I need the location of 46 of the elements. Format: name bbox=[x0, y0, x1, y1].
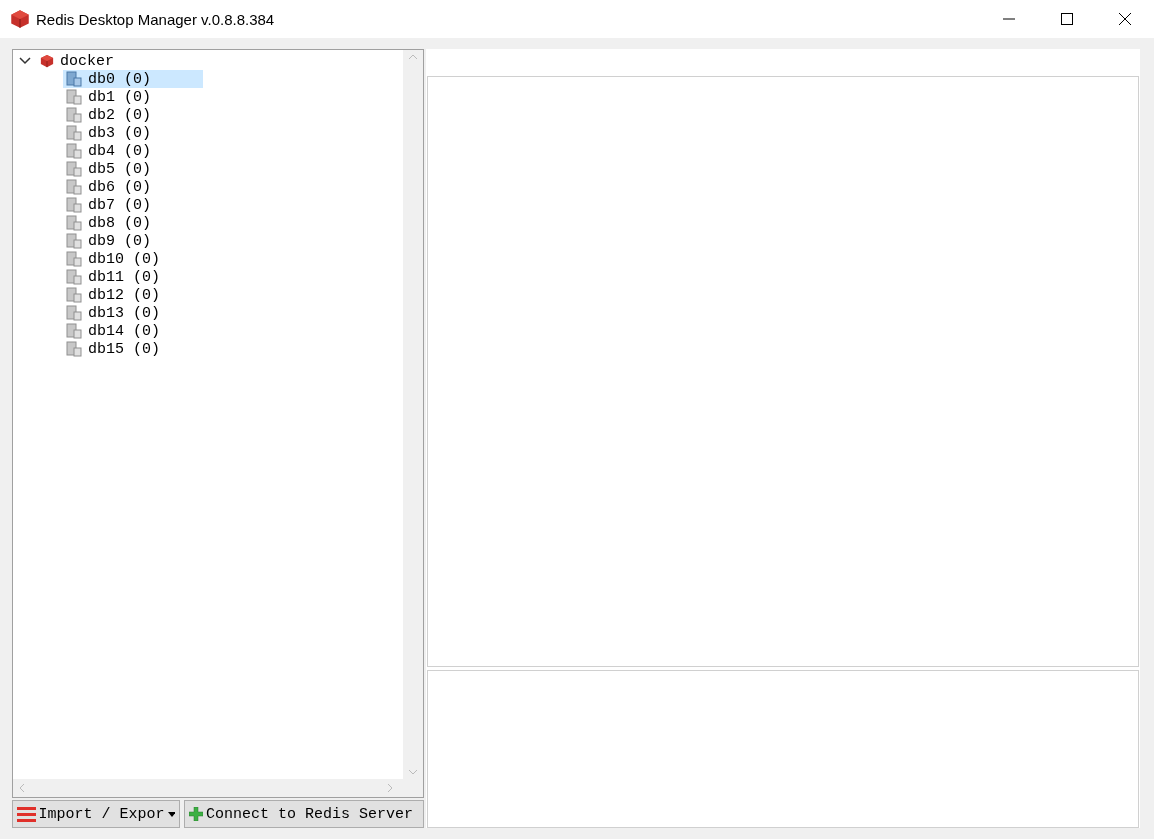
database-icon bbox=[66, 89, 82, 105]
tree-item[interactable]: db14 (0) bbox=[63, 322, 203, 340]
caret-icon bbox=[167, 811, 175, 817]
tree-item[interactable]: db6 (0) bbox=[63, 178, 203, 196]
scroll-right-icon[interactable] bbox=[387, 783, 393, 793]
tree-item[interactable]: db10 (0) bbox=[63, 250, 203, 268]
tree-item[interactable]: db9 (0) bbox=[63, 232, 203, 250]
tree-item[interactable]: db3 (0) bbox=[63, 124, 203, 142]
database-icon bbox=[66, 323, 82, 339]
tree-item[interactable]: db0 (0) bbox=[63, 70, 203, 88]
database-icon bbox=[66, 71, 82, 87]
tree-item[interactable]: db4 (0) bbox=[63, 142, 203, 160]
database-icon bbox=[66, 215, 82, 231]
tree-item[interactable]: db12 (0) bbox=[63, 286, 203, 304]
chevron-icon[interactable] bbox=[19, 55, 31, 67]
database-icon bbox=[66, 197, 82, 213]
plus-icon bbox=[189, 807, 203, 821]
cube-logo-icon bbox=[10, 9, 30, 29]
scroll-up-icon[interactable] bbox=[408, 54, 418, 60]
window-title: Redis Desktop Manager v.0.8.8.384 bbox=[36, 10, 276, 28]
database-icon bbox=[66, 233, 82, 249]
database-icon bbox=[66, 341, 82, 357]
database-icon bbox=[66, 161, 82, 177]
tree-item[interactable]: db5 (0) bbox=[63, 160, 203, 178]
tree-item[interactable]: db2 (0) bbox=[63, 106, 203, 124]
database-icon bbox=[66, 143, 82, 159]
tree-item[interactable]: docker bbox=[60, 52, 114, 70]
tree-item[interactable]: db1 (0) bbox=[63, 88, 203, 106]
database-icon bbox=[66, 251, 82, 267]
database-icon bbox=[66, 179, 82, 195]
menu-icon bbox=[17, 806, 36, 822]
database-icon bbox=[66, 107, 82, 123]
database-icon bbox=[66, 125, 82, 141]
database-icon bbox=[66, 269, 82, 285]
connect-button[interactable]: Connect to Redis Server bbox=[184, 800, 424, 828]
tree-item[interactable]: db7 (0) bbox=[63, 196, 203, 214]
import-export-button[interactable]: Import / Expor bbox=[12, 800, 180, 828]
tree-item[interactable]: db15 (0) bbox=[63, 340, 203, 358]
tree-item[interactable]: db11 (0) bbox=[63, 268, 203, 286]
scroll-down-icon[interactable] bbox=[408, 769, 418, 775]
database-icon bbox=[66, 305, 82, 321]
scroll-left-icon[interactable] bbox=[19, 783, 25, 793]
cube-logo-icon bbox=[40, 54, 54, 68]
tree-item[interactable]: db8 (0) bbox=[63, 214, 203, 232]
tree-item[interactable]: db13 (0) bbox=[63, 304, 203, 322]
database-icon bbox=[66, 287, 82, 303]
